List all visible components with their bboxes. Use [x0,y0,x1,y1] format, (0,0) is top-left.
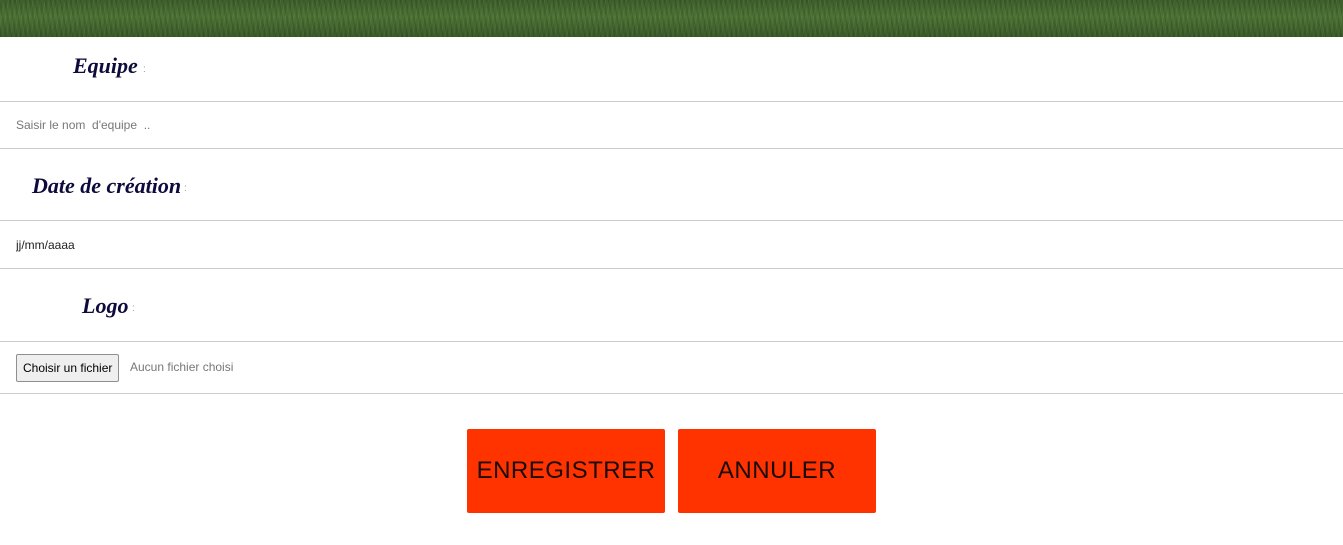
logo-label-row: Logo : [0,269,1343,341]
equipe-input-row [0,101,1343,149]
date-label-row: Date de création : [0,149,1343,220]
logo-label: Logo [82,293,129,318]
logo-colon: : [132,303,135,314]
logo-file-row: Choisir un fichier Aucun fichier choisi [0,341,1343,394]
grass-banner-image [0,0,1343,37]
date-input-row [0,220,1343,269]
equipe-colon: : [143,64,146,75]
cancel-button[interactable]: ANNULER [678,429,876,513]
equipe-label: Equipe [73,53,138,78]
date-creation-input[interactable] [0,221,1343,268]
file-status-text: Aucun fichier choisi [130,360,234,374]
equipe-label-row: Equipe : [0,37,1343,101]
equipe-name-input[interactable] [0,102,1343,148]
date-creation-colon: : [184,183,187,194]
save-button[interactable]: ENREGISTRER [467,429,665,513]
choose-file-button[interactable]: Choisir un fichier [16,354,120,382]
date-creation-label: Date de création [32,173,182,198]
